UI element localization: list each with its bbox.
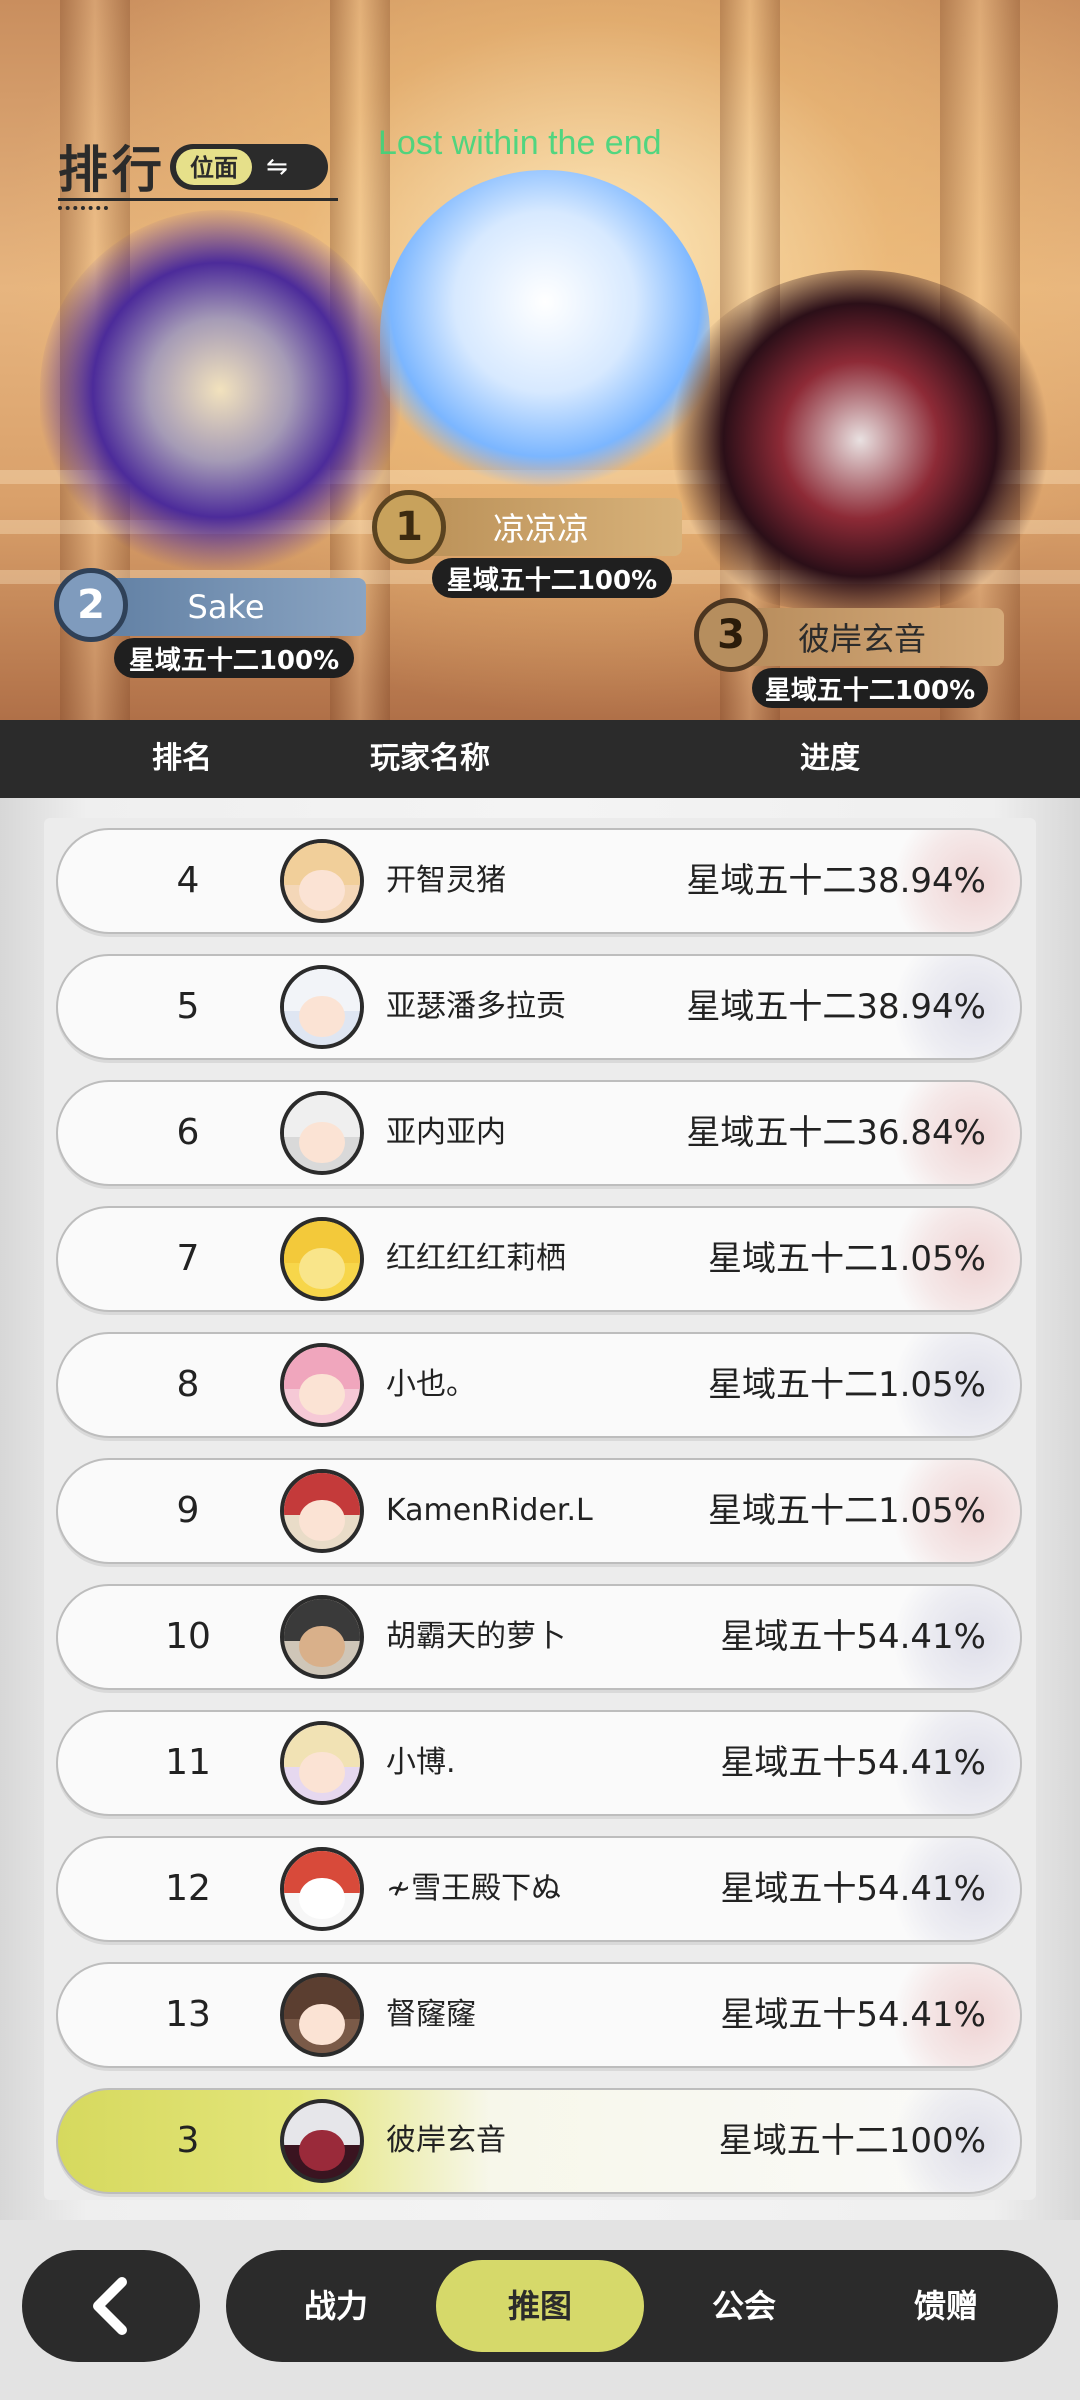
title-dots bbox=[58, 206, 108, 210]
facet-label: 位面 bbox=[176, 149, 252, 185]
row-player-name: KamenRider.L bbox=[386, 1493, 593, 1528]
ranking-row[interactable]: 10 胡霸天的萝卜 星域五十54.41% bbox=[56, 1584, 1022, 1690]
row-rank: 13 bbox=[165, 1994, 211, 2035]
ranking-row[interactable]: 9 KamenRider.L 星域五十二1.05% bbox=[56, 1458, 1022, 1564]
avatar bbox=[280, 1091, 364, 1175]
row-progress: 星域五十54.41% bbox=[720, 1869, 986, 1909]
rank1-name: 凉凉凉 bbox=[492, 510, 589, 548]
row-progress: 星域五十54.41% bbox=[720, 1995, 986, 2035]
banner-text: Lost within the end bbox=[378, 124, 662, 162]
tab-bar: 战力 推图 公会 馈赠 bbox=[226, 2250, 1058, 2362]
tab-guild[interactable]: 公会 bbox=[644, 2250, 844, 2362]
row-progress: 星域五十二1.05% bbox=[707, 1239, 986, 1279]
row-progress: 星域五十二1.05% bbox=[707, 1491, 986, 1531]
row-player-name: 亚瑟潘多拉贡 bbox=[386, 989, 566, 1024]
ranking-list-area[interactable]: 4 开智灵猪 星域五十二38.94% 5 亚瑟潘多拉贡 星域五十二38.94% … bbox=[0, 798, 1080, 2220]
rank2-character[interactable] bbox=[40, 210, 400, 570]
tab-power[interactable]: 战力 bbox=[236, 2250, 436, 2362]
row-rank: 4 bbox=[176, 860, 200, 901]
rank3-character[interactable] bbox=[660, 270, 1060, 610]
row-player-name: 彼岸玄音 bbox=[386, 2123, 506, 2158]
row-progress: 星域五十二38.94% bbox=[686, 861, 986, 901]
title-underline bbox=[58, 198, 338, 201]
row-rank: 6 bbox=[176, 1112, 200, 1153]
rank2-progress: 星域五十二100% bbox=[114, 638, 354, 678]
column-header-name: 玩家名称 bbox=[370, 741, 490, 776]
row-player-name: ≁雪王殿下ぬ bbox=[386, 1871, 562, 1906]
rank2-name: Sake bbox=[187, 588, 265, 626]
row-rank: 7 bbox=[176, 1238, 200, 1279]
ranking-row[interactable]: 12 ≁雪王殿下ぬ 星域五十54.41% bbox=[56, 1836, 1022, 1942]
row-progress: 星域五十二1.05% bbox=[707, 1365, 986, 1405]
row-progress: 星域五十二38.94% bbox=[686, 987, 986, 1027]
ranking-row[interactable]: 6 亚内亚内 星域五十二36.84% bbox=[56, 1080, 1022, 1186]
ranking-row[interactable]: 11 小博. 星域五十54.41% bbox=[56, 1710, 1022, 1816]
rank3-name: 彼岸玄音 bbox=[797, 620, 926, 658]
my-ranking-row[interactable]: 3 彼岸玄音 星域五十二100% bbox=[56, 2088, 1022, 2194]
back-button[interactable] bbox=[22, 2250, 200, 2362]
avatar bbox=[280, 1721, 364, 1805]
rank1-progress: 星域五十二100% bbox=[432, 558, 672, 598]
row-player-name: 督窿窿 bbox=[386, 1997, 476, 2032]
row-player-name: 小博. bbox=[386, 1745, 456, 1780]
rank2-badge: 2 bbox=[54, 568, 128, 642]
row-player-name: 红红红红莉栖 bbox=[386, 1241, 566, 1276]
row-progress: 星域五十二100% bbox=[718, 2121, 986, 2161]
ranking-row[interactable]: 7 红红红红莉栖 星域五十二1.05% bbox=[56, 1206, 1022, 1312]
ranking-row[interactable]: 4 开智灵猪 星域五十二38.94% bbox=[56, 828, 1022, 934]
rank3-number: 3 bbox=[717, 612, 745, 658]
podium-hero: 排行 位面 ⇋ Lost within the end 凉凉凉 1 星域五十二1… bbox=[0, 0, 1080, 720]
avatar bbox=[280, 839, 364, 923]
row-rank: 8 bbox=[176, 1364, 200, 1405]
rank2-name-plate: Sake bbox=[86, 578, 366, 636]
avatar bbox=[280, 2099, 364, 2183]
row-progress: 星域五十二36.84% bbox=[686, 1113, 986, 1153]
rank2-number: 2 bbox=[77, 582, 105, 628]
column-header-bar: 排名 玩家名称 进度 bbox=[0, 720, 1080, 798]
avatar bbox=[280, 1217, 364, 1301]
row-progress: 星域五十54.41% bbox=[720, 1617, 986, 1657]
rank3-progress: 星域五十二100% bbox=[752, 668, 988, 708]
rank1-number: 1 bbox=[395, 504, 423, 550]
row-player-name: 胡霸天的萝卜 bbox=[386, 1619, 566, 1654]
rank1-badge: 1 bbox=[372, 490, 446, 564]
row-rank: 10 bbox=[165, 1616, 211, 1657]
row-progress: 星域五十54.41% bbox=[720, 1743, 986, 1783]
row-rank: 12 bbox=[165, 1868, 211, 1909]
tab-gift[interactable]: 馈赠 bbox=[846, 2250, 1046, 2362]
row-rank: 11 bbox=[165, 1742, 211, 1783]
ranking-row[interactable]: 8 小也。 星域五十二1.05% bbox=[56, 1332, 1022, 1438]
avatar bbox=[280, 965, 364, 1049]
row-player-name: 开智灵猪 bbox=[386, 863, 506, 898]
tab-stage-progress[interactable]: 推图 bbox=[436, 2260, 644, 2352]
chevron-left-icon bbox=[93, 2277, 127, 2335]
row-rank: 5 bbox=[176, 986, 200, 1027]
page-title-block: 排行 bbox=[58, 130, 338, 210]
bottom-nav: 战力 推图 公会 馈赠 bbox=[0, 2220, 1080, 2400]
page-title: 排行 bbox=[58, 141, 166, 199]
avatar bbox=[280, 1469, 364, 1553]
row-rank: 3 bbox=[176, 2120, 200, 2161]
rank3-badge: 3 bbox=[694, 598, 768, 672]
column-header-progress: 进度 bbox=[800, 741, 860, 776]
row-player-name: 亚内亚内 bbox=[386, 1115, 506, 1150]
avatar bbox=[280, 1847, 364, 1931]
facet-switch-button[interactable]: 位面 ⇋ bbox=[170, 144, 328, 190]
avatar bbox=[280, 1595, 364, 1679]
ranking-row[interactable]: 5 亚瑟潘多拉贡 星域五十二38.94% bbox=[56, 954, 1022, 1060]
swap-arrows-icon: ⇋ bbox=[266, 152, 288, 182]
ranking-row[interactable]: 13 督窿窿 星域五十54.41% bbox=[56, 1962, 1022, 2068]
row-rank: 9 bbox=[176, 1490, 200, 1531]
row-player-name: 小也。 bbox=[386, 1367, 476, 1402]
avatar bbox=[280, 1973, 364, 2057]
avatar bbox=[280, 1343, 364, 1427]
column-header-rank: 排名 bbox=[152, 741, 212, 776]
